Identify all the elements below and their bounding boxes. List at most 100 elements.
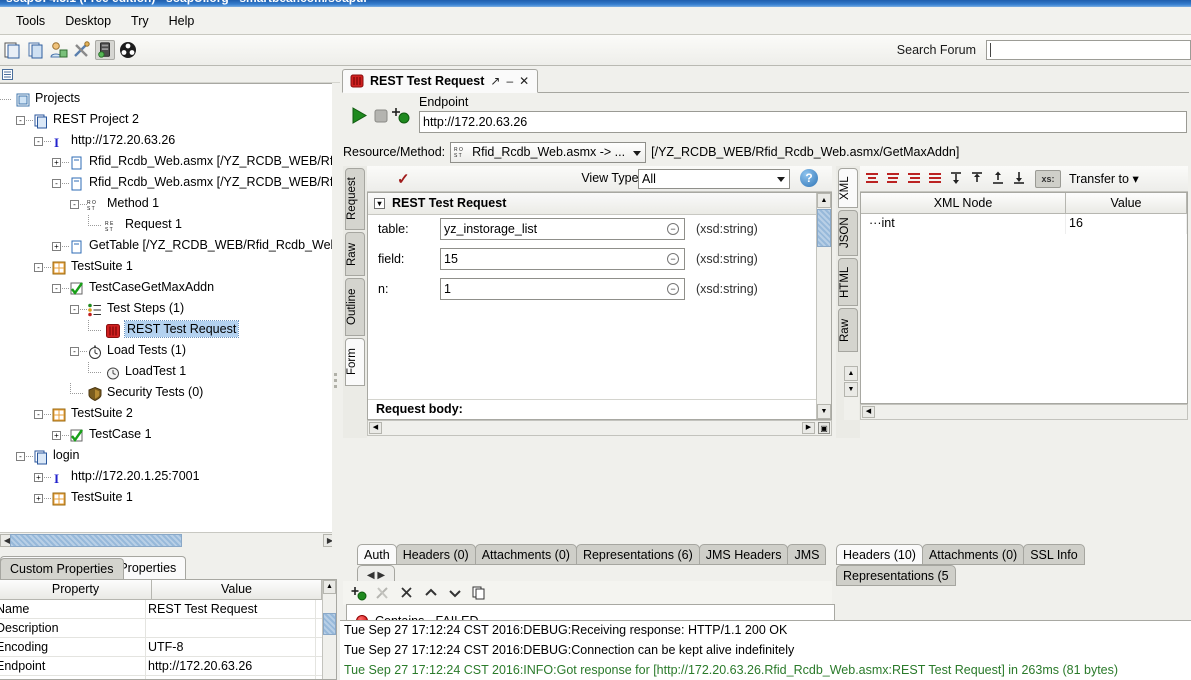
move-down-icon[interactable] — [447, 585, 463, 601]
tab-response-0[interactable]: Headers (10) — [836, 544, 923, 565]
tree-node[interactable]: +Rfid_Rcdb_Web.asmx [/YZ_RCDB_WEB/Rfid_R — [0, 152, 336, 173]
forum-icon[interactable] — [118, 40, 138, 60]
remove-parameter-icon[interactable]: − — [667, 253, 679, 265]
tree-node[interactable]: -TestSuite 2 — [0, 404, 336, 425]
vtab-form[interactable]: Form — [345, 338, 365, 386]
tree-node[interactable]: +GetTable [/YZ_RCDB_WEB/Rfid_Rcdb_Web.as — [0, 236, 336, 257]
vtab-json[interactable]: JSON — [838, 210, 858, 256]
collapse-toggle-icon[interactable]: - — [70, 200, 79, 209]
tree-node[interactable]: -login — [0, 446, 336, 467]
tree-node[interactable]: -Load Tests (1) — [0, 341, 336, 362]
tab-response-2[interactable]: SSL Info — [1023, 544, 1085, 565]
expand-toggle-icon[interactable]: + — [52, 431, 61, 440]
move-to-top-icon[interactable] — [1010, 169, 1030, 189]
align-left-icon[interactable] — [863, 169, 883, 189]
clone-icon[interactable] — [471, 585, 487, 601]
tab-request-4[interactable]: JMS Headers — [699, 544, 789, 565]
tree-node[interactable]: Security Tests (0) — [0, 383, 336, 404]
properties-row[interactable]: NameREST Test Request — [0, 600, 336, 619]
tree-node[interactable]: -REST Project 2 — [0, 110, 336, 131]
remove-assertion-icon[interactable] — [399, 585, 415, 601]
properties-row[interactable]: Servicehttp://172.20.63.26 — [0, 676, 336, 680]
tree-node[interactable]: -Ihttp://172.20.63.26 — [0, 131, 336, 152]
response-xml-grid[interactable]: XML Node Value ···int16 — [860, 192, 1188, 404]
property-value[interactable] — [146, 619, 316, 637]
move-up-icon[interactable] — [989, 169, 1009, 189]
tab-response-3[interactable]: Representations (5 — [836, 565, 956, 586]
vtab-request[interactable]: Request — [345, 168, 365, 230]
collapse-toggle-icon[interactable]: - — [34, 263, 43, 272]
project-tree[interactable]: Projects-REST Project 2-Ihttp://172.20.6… — [0, 84, 336, 509]
navigator-tree-panel[interactable]: Projects-REST Project 2-Ihttp://172.20.6… — [0, 83, 337, 548]
menu-try[interactable]: Try — [121, 11, 159, 31]
scroll-right-arrow[interactable]: ▶ — [802, 422, 815, 434]
import-project-icon[interactable] — [26, 40, 46, 60]
save-all-icon[interactable] — [49, 40, 69, 60]
tab-request-1[interactable]: Headers (0) — [396, 544, 476, 565]
close-icon[interactable]: ✕ — [519, 70, 529, 93]
scroll-left-arrow[interactable]: ◀ — [862, 406, 875, 418]
tab-request-0[interactable]: Auth — [357, 544, 397, 565]
log-output-panel[interactable]: Tue Sep 27 17:12:24 CST 2016:DEBUG:Recei… — [340, 620, 1191, 680]
collapse-toggle-icon[interactable]: - — [16, 116, 25, 125]
tab-custom-properties[interactable]: Custom Properties — [0, 558, 124, 579]
properties-row[interactable]: Description — [0, 619, 336, 638]
resource-method-combo[interactable]: R O S T Rfid_Rcdb_Web.asmx -> ... — [450, 142, 646, 163]
tree-node[interactable]: -TestSuite 1 — [0, 257, 336, 278]
formscroll-thumb[interactable] — [817, 209, 831, 247]
tree-node[interactable]: -Test Steps (1) — [0, 299, 336, 320]
vtab-html[interactable]: HTML — [838, 258, 858, 306]
tab-request-2[interactable]: Attachments (0) — [475, 544, 577, 565]
resize-grip-icon[interactable]: ▣ — [818, 422, 830, 434]
validate-icon[interactable]: ✓ — [397, 170, 410, 188]
collapse-toggle-icon[interactable]: - — [34, 137, 43, 146]
remove-parameter-icon[interactable]: − — [667, 283, 679, 295]
propscroll-thumb[interactable] — [323, 613, 336, 635]
view-type-combo[interactable]: All — [638, 169, 790, 189]
collapse-toggle-icon[interactable]: - — [16, 452, 25, 461]
remove-parameter-icon[interactable]: − — [667, 223, 679, 235]
tree-node[interactable]: REST Test Request — [0, 320, 336, 341]
help-icon[interactable]: ? — [800, 169, 818, 187]
form-field-input[interactable]: 15− — [440, 248, 685, 270]
collapse-toggle-icon[interactable]: - — [70, 347, 79, 356]
endpoint-input[interactable]: http://172.20.63.26 — [419, 111, 1187, 133]
collapse-toggle-icon[interactable]: - — [52, 179, 61, 188]
vtab-xml[interactable]: XML — [838, 168, 858, 208]
properties-row[interactable]: Endpointhttp://172.20.63.26 — [0, 657, 336, 676]
server-icon[interactable] — [95, 40, 115, 60]
move-down-icon[interactable] — [968, 169, 988, 189]
request-form-hscrollbar[interactable]: ◀ ▶ ▣ — [367, 420, 832, 436]
tab-request-5[interactable]: JMS — [787, 544, 826, 565]
tree-node[interactable]: LoadTest 1 — [0, 362, 336, 383]
minimize-icon[interactable]: – — [506, 70, 513, 93]
align-center-icon[interactable] — [884, 169, 904, 189]
properties-body[interactable]: NameREST Test RequestDescriptionEncoding… — [0, 600, 336, 680]
expand-toggle-icon[interactable]: + — [34, 494, 43, 503]
chevron-down-icon[interactable] — [777, 177, 785, 182]
move-up-icon[interactable] — [423, 585, 439, 601]
navigator-grip-icon[interactable] — [2, 69, 13, 80]
vtab-raw[interactable]: Raw — [345, 232, 365, 276]
xsd-button[interactable]: xs: — [1035, 170, 1061, 188]
tree-node[interactable]: -R OS TMethod 1 — [0, 194, 336, 215]
form-field-input[interactable]: 1− — [440, 278, 685, 300]
collapse-toggle-icon[interactable]: - — [34, 410, 43, 419]
properties-grid[interactable]: Property Value NameREST Test RequestDesc… — [0, 579, 337, 680]
scroll-up-arrow[interactable]: ▲ — [844, 366, 858, 381]
property-value[interactable]: UTF-8 — [146, 638, 316, 656]
new-project-icon[interactable] — [3, 40, 23, 60]
search-forum-input[interactable] — [986, 40, 1191, 60]
collapse-toggle-icon[interactable]: - — [52, 284, 61, 293]
transfer-to-menu[interactable]: Transfer to ▾ — [1069, 171, 1139, 186]
vtab-outline[interactable]: Outline — [345, 278, 365, 336]
property-value[interactable]: REST Test Request — [146, 600, 316, 618]
expand-toggle-icon[interactable]: + — [34, 473, 43, 482]
scroll-down-arrow[interactable]: ▼ — [844, 382, 858, 397]
navigator-hscrollbar[interactable]: ◀ ▶ — [0, 532, 337, 548]
expand-toggle-icon[interactable]: + — [52, 158, 61, 167]
response-grid-body[interactable]: ···int16 — [861, 214, 1187, 234]
tree-node[interactable]: +TestSuite 1 — [0, 488, 336, 509]
document-tab-rest-test-request[interactable]: REST Test Request ↗ – ✕ — [342, 69, 538, 93]
menu-desktop[interactable]: Desktop — [55, 11, 121, 31]
